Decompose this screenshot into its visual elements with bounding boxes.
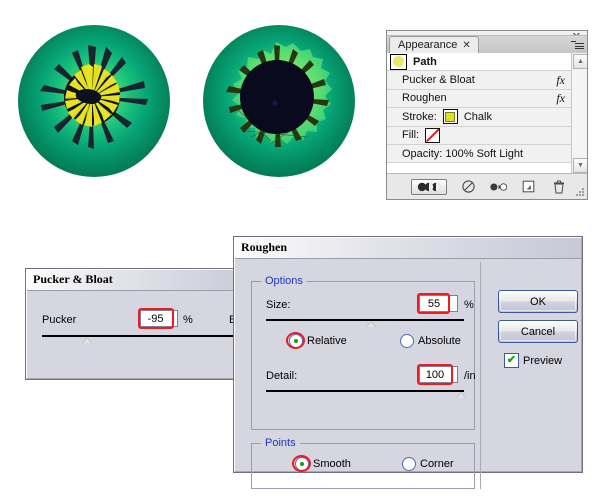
radio-corner-dot — [402, 457, 416, 471]
eye-artwork-1 — [18, 25, 170, 177]
radio-relative[interactable]: Relative — [289, 334, 347, 348]
path-thumbnail-icon — [390, 53, 407, 70]
detail-label: Detail: — [266, 370, 298, 382]
appearance-panel[interactable]: –✕ Appearance ✕ Path Pucker & Bloat fx — [386, 30, 588, 200]
list-item-label: Pucker & Bloat — [402, 74, 475, 87]
pucker-slider-track[interactable] — [42, 335, 241, 337]
pucker-unit-label: % — [183, 314, 193, 326]
size-input[interactable]: 55 — [419, 295, 458, 312]
list-item-roughen[interactable]: Roughen fx — [387, 89, 572, 109]
pucker-bloat-dialog-body: Pucker -95 % Bloat — [26, 290, 258, 379]
size-unit-label: % — [464, 299, 474, 311]
pucker-bloat-dialog-title: Pucker & Bloat — [26, 269, 258, 291]
scroll-up-icon[interactable]: ▲ — [573, 54, 587, 69]
list-item-label: Opacity: 100% Soft Light — [402, 147, 524, 160]
appearance-scrollbar[interactable]: ▲ ▼ — [571, 53, 587, 174]
fx-icon[interactable]: fx — [556, 91, 568, 106]
dialog-divider — [480, 262, 481, 489]
three-circles-icon[interactable] — [411, 178, 447, 195]
appearance-tabstrip: Appearance ✕ — [387, 35, 587, 53]
radio-smooth-dot — [295, 457, 309, 471]
pucker-bloat-dialog[interactable]: Pucker & Bloat Pucker -95 % Bloat — [25, 268, 259, 380]
panel-menu-icon[interactable] — [571, 38, 585, 52]
size-slider-track[interactable] — [266, 319, 464, 321]
appearance-panel-footer — [387, 173, 587, 199]
list-item-label: Path — [413, 55, 437, 68]
tab-appearance[interactable]: Appearance ✕ — [389, 36, 479, 53]
radio-relative-dot — [289, 334, 303, 348]
pucker-label: Pucker — [42, 314, 77, 326]
radio-absolute-label: Absolute — [418, 335, 461, 347]
roughen-dialog-body: Options Size: 55 % Relative Absolute Det… — [234, 258, 582, 489]
eye-artwork-2 — [203, 25, 355, 177]
stroke-swatch-icon[interactable] — [442, 109, 458, 125]
fx-icon[interactable]: fx — [556, 73, 568, 88]
size-label: Size: — [266, 299, 291, 311]
preview-label: Preview — [523, 354, 563, 367]
trash-icon[interactable] — [550, 179, 567, 194]
circle-arrow-circle-icon[interactable] — [490, 179, 507, 194]
tab-appearance-label: Appearance — [398, 39, 458, 51]
list-item-stroke[interactable]: Stroke: Chalk — [387, 108, 572, 127]
detail-input[interactable]: 100 — [419, 366, 458, 383]
list-item-label: Fill: — [402, 129, 420, 142]
preview-checkbox[interactable]: ✔ Preview — [504, 353, 562, 368]
radio-corner-label: Corner — [420, 458, 454, 470]
pupil-spikes-1 — [40, 45, 148, 149]
options-legend: Options — [261, 275, 307, 287]
list-item-path[interactable]: Path — [387, 53, 572, 72]
no-entry-icon[interactable] — [460, 179, 477, 194]
appearance-panel-titlebar: –✕ Appearance ✕ — [387, 31, 587, 54]
resize-gripper-icon[interactable] — [576, 188, 585, 197]
radio-corner[interactable]: Corner — [402, 457, 454, 471]
list-item-fill[interactable]: Fill: — [387, 126, 572, 145]
check-icon: ✔ — [506, 353, 517, 366]
pupil-spikes-2 — [226, 42, 332, 147]
list-item-label: Stroke: — [402, 110, 437, 123]
scroll-down-icon[interactable]: ▼ — [573, 158, 587, 173]
detail-unit-label: /in — [464, 370, 476, 382]
radio-relative-label: Relative — [307, 335, 347, 347]
radio-absolute[interactable]: Absolute — [400, 334, 461, 348]
pucker-value-input[interactable]: -95 — [140, 310, 178, 327]
ok-button-label: OK — [530, 295, 546, 308]
fill-none-swatch-icon[interactable] — [425, 127, 441, 143]
detail-slider-track[interactable] — [266, 390, 464, 392]
points-legend: Points — [261, 437, 300, 449]
roughen-dialog[interactable]: Roughen Options Size: 55 % Relative Abso… — [233, 236, 583, 489]
roughen-dialog-title: Roughen — [234, 237, 582, 259]
detail-slider-thumb[interactable] — [456, 392, 466, 398]
detail-value: 100 — [425, 368, 445, 381]
list-item-label: Roughen — [402, 92, 447, 105]
list-item-pucker-bloat[interactable]: Pucker & Bloat fx — [387, 71, 572, 90]
cancel-button[interactable]: Cancel — [498, 320, 578, 343]
ok-button[interactable]: OK — [498, 290, 578, 313]
size-slider-thumb[interactable] — [366, 321, 376, 327]
radio-smooth-label: Smooth — [313, 458, 351, 470]
pucker-slider-thumb[interactable] — [82, 337, 92, 343]
appearance-list: Path Pucker & Bloat fx Roughen fx Stroke… — [387, 53, 587, 174]
pucker-value: -95 — [147, 312, 164, 325]
preview-checkbox-box[interactable]: ✔ — [504, 353, 519, 368]
size-value: 55 — [427, 297, 441, 310]
list-item-opacity[interactable]: Opacity: 100% Soft Light — [387, 144, 572, 164]
radio-absolute-dot — [400, 334, 414, 348]
cancel-button-label: Cancel — [520, 325, 556, 338]
tab-close-icon[interactable]: ✕ — [462, 40, 470, 51]
duplicate-page-icon[interactable] — [520, 179, 537, 194]
stroke-value: Chalk — [463, 110, 492, 123]
radio-smooth[interactable]: Smooth — [295, 457, 351, 471]
